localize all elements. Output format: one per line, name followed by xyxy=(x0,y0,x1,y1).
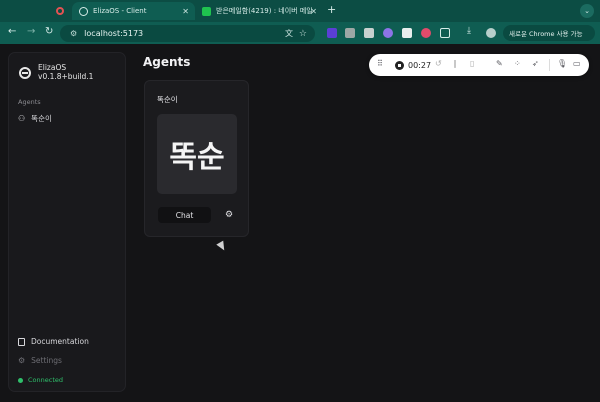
gear-icon: ⚙ xyxy=(18,356,26,365)
status-label: Connected xyxy=(28,376,64,384)
agent-card: 똑순이 똑순 Chat ⚙ xyxy=(144,80,249,237)
agent-card-name: 똑순이 xyxy=(157,95,178,104)
agents-section-label: Agents xyxy=(18,98,41,106)
divider xyxy=(549,59,550,71)
chrome-update-label: 새로운 Chrome 사용 가능 xyxy=(509,30,583,38)
pointer-icon[interactable]: ➶ xyxy=(532,59,539,68)
site-info-icon[interactable]: ⚙ xyxy=(70,29,77,38)
stop-icon[interactable] xyxy=(395,60,404,70)
forward-icon[interactable]: → xyxy=(27,26,35,37)
tab-title: 받은메일함(4219) : 네이버 메일 xyxy=(216,7,313,15)
address-text: localhost:5173 xyxy=(84,29,144,38)
star-icon[interactable]: ☆ xyxy=(299,29,307,39)
agent-settings-button[interactable]: ⚙ xyxy=(223,209,235,221)
camera-extension-icon[interactable] xyxy=(364,28,374,38)
tab-title: ElizaOS - Client xyxy=(93,7,147,15)
mouse-cursor-icon xyxy=(216,240,228,253)
extension-icon[interactable] xyxy=(327,28,337,38)
browser-toolbar: ← → ↻ ⚙ localhost:5173 文 ☆ ⤓ 새로운 Chrome … xyxy=(0,22,600,44)
extension-icon[interactable] xyxy=(345,28,355,38)
brand-version: v0.1.8+build.1 xyxy=(38,72,94,81)
reload-icon[interactable]: ↻ xyxy=(45,26,53,37)
pen-icon[interactable]: ✎ xyxy=(496,59,503,68)
user-icon: ⚇ xyxy=(18,114,26,123)
chat-button[interactable]: Chat xyxy=(158,207,211,223)
status-dot-icon xyxy=(18,377,23,383)
close-icon[interactable]: ✕ xyxy=(310,7,317,16)
screen-recorder-bar: ⠿ 00:27 ↺ ∥ ▯ ✎ ⁘ ➶ 🎙︎ ▭ xyxy=(369,54,589,76)
brand[interactable]: ElizaOS v0.1.8+build.1 xyxy=(38,63,93,81)
agent-avatar[interactable]: 똑순 xyxy=(157,114,237,194)
record-extension-icon[interactable] xyxy=(421,28,431,38)
close-icon[interactable]: ✕ xyxy=(182,7,189,16)
sidebar-item-label: Documentation xyxy=(31,337,89,346)
restart-icon[interactable]: ↺ xyxy=(435,59,442,68)
tab-elizaos[interactable]: ElizaOS - Client ✕ xyxy=(72,2,195,20)
naver-mail-icon xyxy=(202,6,211,16)
new-tab-icon[interactable]: + xyxy=(327,3,336,16)
sidebar-item-agent[interactable]: ⚇ 똑순이 xyxy=(18,113,52,124)
book-icon xyxy=(18,337,25,346)
globe-icon xyxy=(79,6,88,16)
gear-icon: ⚙ xyxy=(224,210,234,220)
page-title: Agents xyxy=(143,55,191,69)
tab-group-icon[interactable] xyxy=(56,7,64,15)
extension-icon[interactable] xyxy=(402,28,412,38)
back-icon[interactable]: ← xyxy=(8,26,16,37)
profile-avatar-icon[interactable] xyxy=(486,28,496,38)
agent-avatar-text: 똑순 xyxy=(169,140,225,175)
mic-icon[interactable]: 🎙︎ xyxy=(557,59,567,68)
drag-handle-icon[interactable]: ⠿ xyxy=(377,59,383,68)
extensions-puzzle-icon[interactable] xyxy=(440,28,450,38)
grid-icon[interactable]: ⁘ xyxy=(514,59,521,68)
connection-status: Connected xyxy=(18,376,63,384)
sidebar-item-label: Settings xyxy=(31,356,62,365)
sidebar-item-documentation[interactable]: Documentation xyxy=(18,337,89,346)
chat-button-label: Chat xyxy=(175,210,194,220)
recording-time: 00:27 xyxy=(408,60,432,70)
sidebar-item-label: 똑순이 xyxy=(31,114,52,123)
tab-naver-mail[interactable]: 받은메일함(4219) : 네이버 메일 ✕ xyxy=(198,2,323,20)
recording-timer: 00:27 xyxy=(395,58,431,72)
download-icon[interactable]: ⤓ xyxy=(467,26,471,36)
sidebar: ElizaOS v0.1.8+build.1 Agents ⚇ 똑순이 Docu… xyxy=(8,52,126,392)
brand-name: ElizaOS xyxy=(38,63,67,72)
extension-icon[interactable] xyxy=(383,28,393,38)
elizaos-logo-icon xyxy=(19,67,31,79)
sidebar-item-settings[interactable]: ⚙ Settings xyxy=(18,356,62,365)
camera-icon[interactable]: ▭ xyxy=(573,59,581,68)
chrome-update-button[interactable]: 새로운 Chrome 사용 가능 xyxy=(503,25,595,41)
address-bar[interactable]: ⚙ localhost:5173 文 ☆ xyxy=(60,25,315,42)
pause-icon[interactable]: ∥ xyxy=(453,59,457,68)
browser-tab-bar: ElizaOS - Client ✕ 받은메일함(4219) : 네이버 메일 … xyxy=(0,0,600,22)
translate-icon[interactable]: 文 xyxy=(285,28,293,39)
tab-search-icon[interactable]: ⌄ xyxy=(580,4,594,18)
trash-icon[interactable]: ▯ xyxy=(470,59,474,68)
